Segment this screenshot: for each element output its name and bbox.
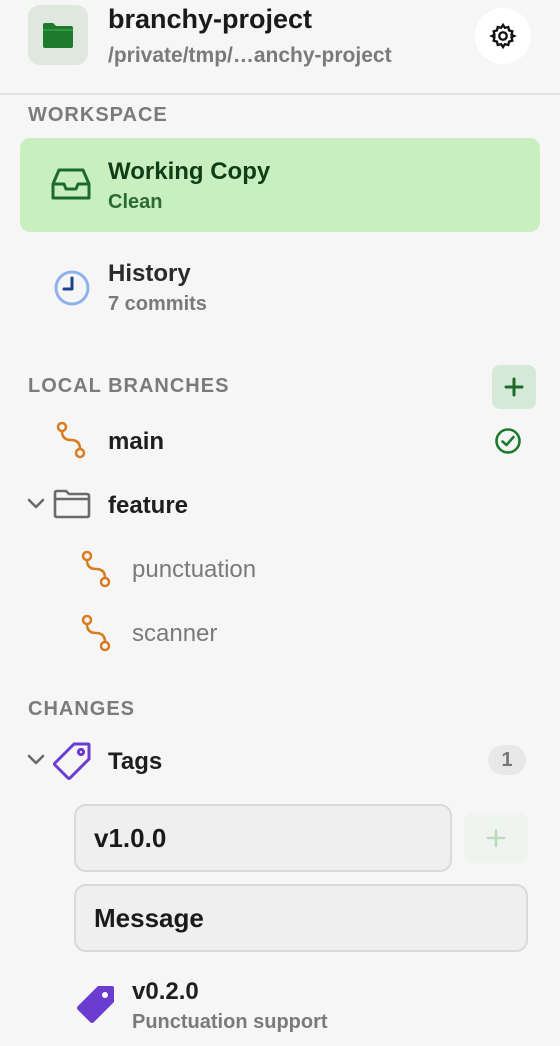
project-name: branchy-project xyxy=(108,4,313,34)
branch-folder-label: feature xyxy=(108,492,189,519)
history-item[interactable] xyxy=(20,246,540,332)
tag-filled-icon xyxy=(77,986,114,1023)
tags-count-badge: 1 xyxy=(488,745,526,775)
branch-icon xyxy=(81,614,111,652)
settings-button[interactable] xyxy=(475,8,531,64)
section-local-branches: LOCAL BRANCHES xyxy=(28,375,230,397)
working-copy-title: Working Copy xyxy=(108,158,271,185)
chevron-down-icon[interactable] xyxy=(26,753,46,767)
gear-icon xyxy=(489,22,517,50)
history-subtitle: 7 commits xyxy=(108,293,207,315)
folder-icon xyxy=(43,23,73,48)
tag-outline-icon xyxy=(53,742,91,780)
branch-icon xyxy=(81,550,111,588)
history-title: History xyxy=(108,260,191,287)
branch-label-punctuation: punctuation xyxy=(132,556,257,583)
tag-name: v0.2.0 xyxy=(132,978,199,1005)
folder-outline-icon xyxy=(53,489,91,519)
tags-group-header[interactable] xyxy=(20,736,540,788)
project-folder-tile xyxy=(28,5,88,65)
tags-label: Tags xyxy=(108,748,163,775)
plus-icon xyxy=(504,377,524,397)
branch-folder-feature[interactable] xyxy=(20,480,540,532)
add-branch-button[interactable] xyxy=(492,365,536,409)
inbox-tray-icon xyxy=(51,168,91,200)
add-tag-button[interactable] xyxy=(464,813,528,863)
check-circle-icon xyxy=(495,428,521,454)
working-copy-item[interactable] xyxy=(20,138,540,232)
section-changes: CHANGES xyxy=(28,698,136,720)
tag-message: Punctuation support xyxy=(132,1011,328,1033)
new-tag-name-input[interactable]: v1.0.0 xyxy=(74,804,452,872)
chevron-down-icon[interactable] xyxy=(26,497,46,511)
working-copy-status: Clean xyxy=(108,191,163,213)
section-workspace: WORKSPACE xyxy=(28,104,168,126)
plus-icon xyxy=(486,828,506,848)
branch-item-main[interactable] xyxy=(20,415,540,469)
new-tag-message-input[interactable]: Message xyxy=(74,884,528,952)
project-path: /private/tmp/…anchy-project xyxy=(108,44,392,67)
branch-label-main: main xyxy=(108,428,165,455)
clock-icon xyxy=(54,270,90,306)
branch-label-scanner: scanner xyxy=(132,620,218,647)
branch-icon xyxy=(56,421,86,459)
